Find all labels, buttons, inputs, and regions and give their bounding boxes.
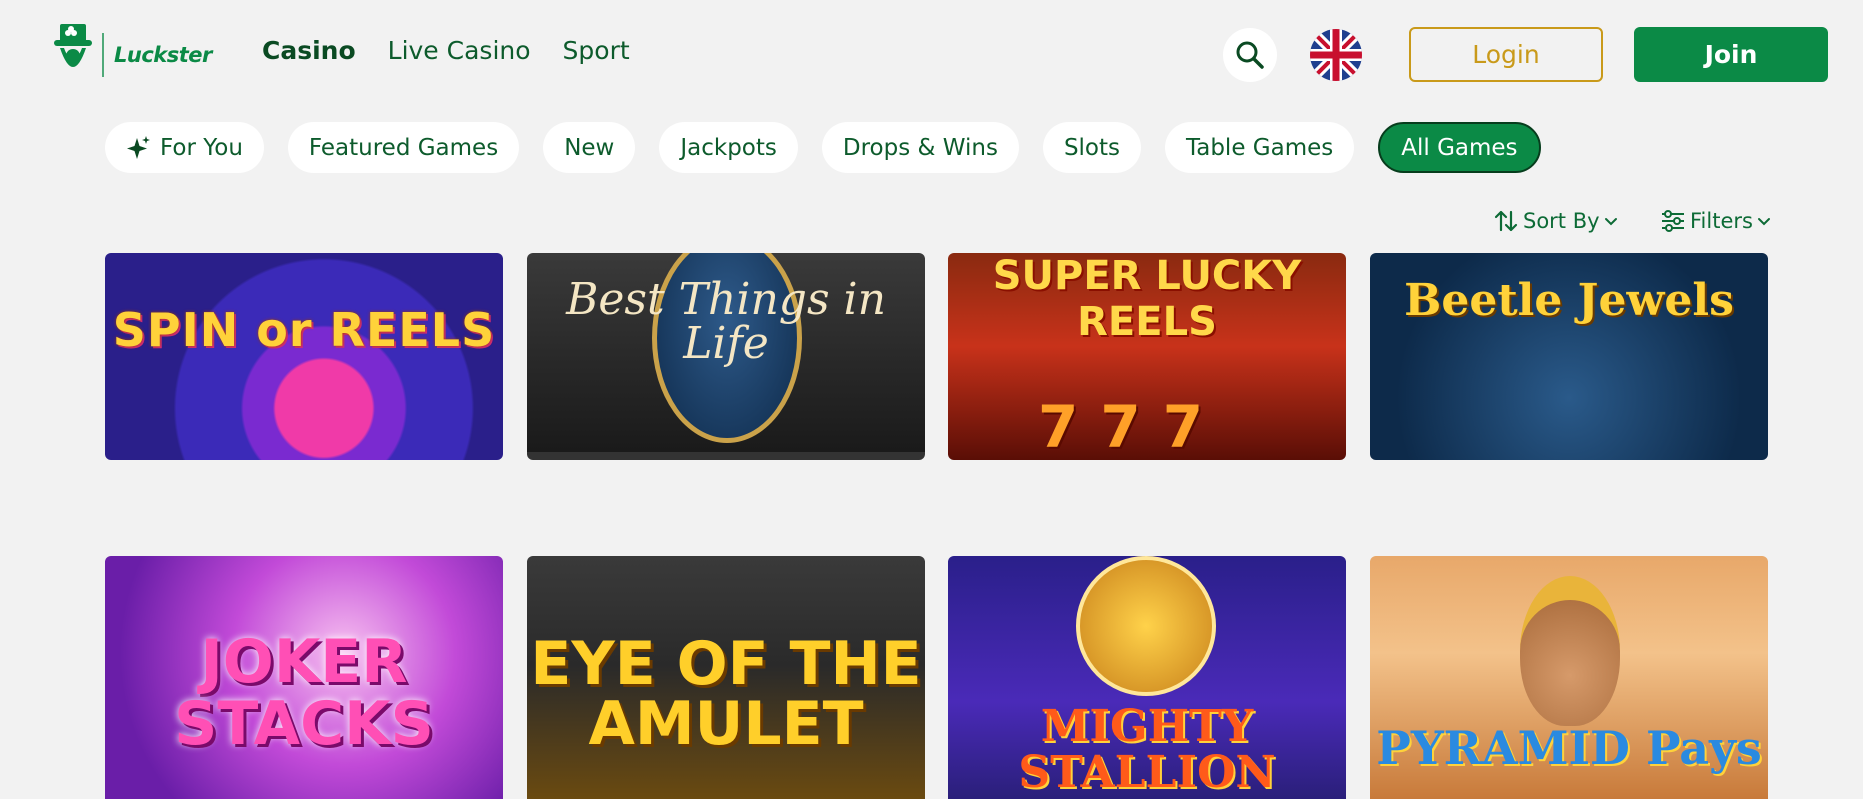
tab-label: For You: [160, 134, 243, 161]
filters-label: Filters: [1690, 209, 1753, 233]
game-title: SUPER LUCKY REELS: [992, 253, 1302, 345]
sparkle-icon: [126, 135, 152, 161]
leprechaun-hat-icon: [52, 24, 94, 86]
game-title: SPIN or REELS: [112, 303, 496, 357]
tab-slots[interactable]: Slots: [1042, 122, 1141, 173]
tab-all-games[interactable]: All Games: [1378, 122, 1541, 173]
game-tile-beetle-jewels[interactable]: Beetle Jewels: [1370, 253, 1768, 460]
nav-live-casino[interactable]: Live Casino: [388, 36, 531, 65]
game-art-sevens: 777: [1038, 393, 1226, 460]
sort-arrows-icon: [1494, 210, 1518, 232]
game-title: PYRAMID Pays: [1376, 721, 1762, 775]
game-tile-mighty-stallion[interactable]: MIGHTY STALLION: [948, 556, 1346, 799]
game-title: Best Things in Life: [566, 274, 886, 369]
game-title: MIGHTY STALLION: [1018, 701, 1276, 798]
game-title: JOKER STACKS: [174, 627, 434, 759]
login-button[interactable]: Login: [1409, 27, 1603, 82]
tab-new[interactable]: New: [543, 122, 636, 173]
main-nav: Casino Live Casino Sport: [262, 36, 630, 65]
game-tile-super-lucky-reels[interactable]: SUPER LUCKY REELS 777: [948, 253, 1346, 460]
join-button[interactable]: Join: [1634, 27, 1828, 82]
sort-by-label: Sort By: [1523, 209, 1600, 233]
language-selector[interactable]: [1309, 28, 1363, 82]
nav-sport[interactable]: Sport: [563, 36, 630, 65]
chevron-down-icon: [1757, 218, 1770, 226]
filter-sliders-icon: [1662, 210, 1684, 232]
tab-for-you[interactable]: For You: [105, 122, 264, 173]
game-tile-eye-of-the-amulet[interactable]: EYE OF THE AMULET: [527, 556, 925, 799]
category-tabs: For You Featured Games New Jackpots Drop…: [105, 122, 1541, 173]
nav-casino[interactable]: Casino: [262, 36, 356, 65]
game-tile-best-things-in-life[interactable]: Best Things in Life: [527, 253, 925, 460]
game-art-horse-coin: [1076, 556, 1216, 696]
chevron-down-icon: [1604, 218, 1617, 226]
game-tile-joker-stacks[interactable]: JOKER STACKS: [105, 556, 503, 799]
tab-table-games[interactable]: Table Games: [1165, 122, 1355, 173]
search-button[interactable]: [1223, 28, 1277, 82]
luckster-logo[interactable]: Luckster: [52, 22, 222, 88]
uk-flag-icon: [1310, 29, 1362, 81]
game-tile-spin-or-reels[interactable]: SPIN or REELS: [105, 253, 503, 460]
game-title: Beetle Jewels: [1404, 275, 1734, 326]
game-tile-pyramid-pays[interactable]: PYRAMID Pays: [1370, 556, 1768, 799]
tab-jackpots[interactable]: Jackpots: [659, 122, 798, 173]
search-icon: [1236, 41, 1264, 69]
filters-button[interactable]: Filters: [1660, 208, 1775, 234]
tab-featured-games[interactable]: Featured Games: [287, 122, 520, 173]
logo-divider: [102, 33, 104, 77]
tab-drops-wins[interactable]: Drops & Wins: [821, 122, 1019, 173]
logo-text: Luckster: [114, 43, 212, 67]
game-art-cleopatra: [1520, 576, 1620, 726]
sort-by-button[interactable]: Sort By: [1493, 208, 1622, 234]
game-title: EYE OF THE AMULET: [530, 629, 922, 759]
site-header: Luckster Casino Live Casino Sport Login …: [0, 0, 1863, 110]
